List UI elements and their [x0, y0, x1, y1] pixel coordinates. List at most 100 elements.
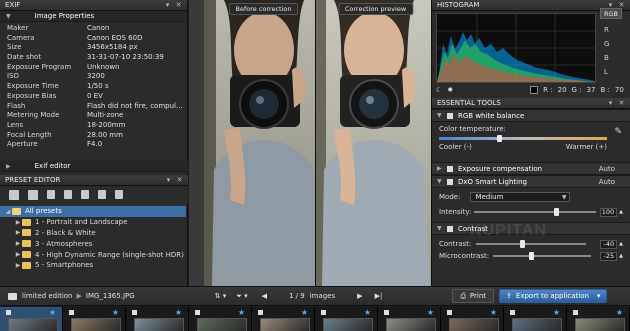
preset-group[interactable]: ▶ 3 - Atmospheres: [0, 238, 188, 249]
color-temp-slider[interactable]: [439, 135, 607, 142]
channel-b[interactable]: B: [600, 51, 626, 65]
last-image-icon[interactable]: ▶|: [375, 292, 383, 300]
exposure-header[interactable]: ▶ Exposure compensation Auto: [432, 162, 630, 175]
select-marker-icon[interactable]: [447, 310, 452, 315]
print-button[interactable]: ⎙ Print: [452, 289, 495, 303]
sort-icon[interactable]: ⇅ ▾: [215, 292, 227, 300]
previous-image-icon[interactable]: ◀: [262, 292, 267, 300]
preset-group[interactable]: ▶ 1 - Portrait and Landscape: [0, 217, 188, 228]
collapse-triangle-icon[interactable]: ▼: [437, 112, 444, 119]
filmstrip-thumbnail[interactable]: ★: [0, 307, 63, 331]
mode-dropdown[interactable]: Medium ▼: [470, 192, 571, 202]
select-marker-icon[interactable]: [69, 310, 74, 315]
collapse-triangle-icon[interactable]: ◢: [4, 208, 12, 215]
microcontrast-slider[interactable]: [493, 252, 592, 260]
preset-group[interactable]: ▶ 5 - Smartphones: [0, 260, 188, 271]
close-icon[interactable]: ✕: [175, 1, 182, 9]
select-marker-icon[interactable]: [510, 310, 515, 315]
contrast-header[interactable]: ▼ Contrast: [432, 222, 630, 235]
filter-icon[interactable]: ⏷ ▾: [236, 292, 247, 301]
intensity-slider[interactable]: [474, 208, 597, 216]
new-preset-from-settings-icon[interactable]: [28, 189, 38, 200]
rename-preset-icon[interactable]: [47, 190, 55, 199]
filmstrip-thumbnail[interactable]: ★: [63, 307, 126, 331]
filmstrip-thumbnail[interactable]: ★: [126, 307, 189, 331]
expand-triangle-icon[interactable]: ▶: [14, 251, 22, 258]
select-marker-icon[interactable]: [384, 310, 389, 315]
minimize-icon[interactable]: ▾: [607, 99, 614, 107]
expand-triangle-icon[interactable]: ▶: [14, 219, 22, 226]
expand-triangle-icon[interactable]: ▶: [6, 163, 11, 170]
duplicate-preset-icon[interactable]: [98, 190, 106, 199]
exposure-auto-button[interactable]: Auto: [599, 165, 615, 173]
preset-group[interactable]: ▶ 2 - Black & White: [0, 228, 188, 239]
preset-group[interactable]: ▶ 4 - High Dynamic Range (single-shot HDR…: [0, 249, 188, 260]
export-button[interactable]: ⇪ Export to application ▾: [499, 289, 608, 303]
microcontrast-spinner-icon[interactable]: ▲: [619, 253, 623, 259]
exposure-toggle[interactable]: [447, 165, 453, 172]
after-view[interactable]: Correction preview: [316, 0, 431, 286]
filmstrip-thumbnail[interactable]: ★: [504, 307, 567, 331]
microcontrast-value[interactable]: -25: [600, 251, 618, 261]
image-properties-header[interactable]: ▼ Image Properties: [0, 11, 187, 22]
microcontrast-thumb[interactable]: [529, 252, 535, 260]
sun-icon[interactable]: ✹: [447, 86, 453, 94]
select-marker-icon[interactable]: [132, 310, 137, 315]
smart-lighting-auto-button[interactable]: Auto: [599, 178, 615, 186]
folder-name[interactable]: limited edition: [22, 292, 72, 300]
contrast-slider[interactable]: [476, 240, 587, 248]
r-label: R :: [543, 85, 553, 94]
contrast-value[interactable]: -40: [600, 239, 618, 249]
channel-r[interactable]: R: [600, 23, 626, 37]
rgb-mode-button[interactable]: RGB: [600, 8, 622, 19]
export-preset-icon[interactable]: [81, 190, 89, 199]
filmstrip-thumbnail[interactable]: ★: [567, 307, 630, 331]
exif-row: ISO 3200: [7, 72, 187, 82]
filmstrip-thumbnail[interactable]: ★: [315, 307, 378, 331]
preset-root[interactable]: ◢ All presets: [0, 206, 186, 217]
expand-triangle-icon[interactable]: ▶: [14, 240, 22, 247]
collapse-triangle-icon[interactable]: ▼: [437, 178, 444, 185]
select-marker-icon[interactable]: [573, 310, 578, 315]
before-view[interactable]: Before correction: [204, 0, 323, 286]
select-marker-icon[interactable]: [6, 310, 11, 315]
exif-editor-header[interactable]: ▶ Exif editor: [0, 161, 188, 172]
smart-lighting-header[interactable]: ▼ DxO Smart Lighting Auto: [432, 175, 630, 188]
delete-preset-icon[interactable]: [115, 190, 123, 199]
contrast-spinner-icon[interactable]: ▲: [619, 241, 623, 247]
collapse-triangle-icon[interactable]: ▼: [437, 225, 444, 232]
close-icon[interactable]: ✕: [618, 99, 625, 107]
chevron-down-icon[interactable]: ▾: [597, 292, 601, 300]
channel-g[interactable]: G: [600, 37, 626, 51]
filmstrip-thumbnail[interactable]: ★: [441, 307, 504, 331]
white-balance-header[interactable]: ▼ RGB white balance: [432, 109, 630, 122]
channel-l[interactable]: L: [600, 65, 626, 79]
intensity-value[interactable]: 100: [600, 207, 618, 217]
select-marker-icon[interactable]: [195, 310, 200, 315]
collapse-triangle-icon[interactable]: ▼: [6, 13, 11, 20]
minimize-icon[interactable]: ▾: [164, 1, 171, 9]
close-icon[interactable]: ✕: [176, 176, 183, 184]
select-marker-icon[interactable]: [258, 310, 263, 315]
minimize-icon[interactable]: ▾: [165, 176, 172, 184]
filmstrip-thumbnail[interactable]: ★: [189, 307, 252, 331]
import-preset-icon[interactable]: [64, 190, 72, 199]
select-marker-icon[interactable]: [321, 310, 326, 315]
filmstrip-thumbnail[interactable]: ★: [252, 307, 315, 331]
contrast-thumb[interactable]: [520, 240, 526, 248]
expand-triangle-icon[interactable]: ▶: [14, 262, 22, 269]
contrast-toggle[interactable]: [447, 225, 453, 232]
folder-icon[interactable]: [8, 292, 17, 300]
next-image-icon[interactable]: ▶: [357, 292, 362, 300]
smart-lighting-toggle[interactable]: [447, 178, 453, 185]
white-balance-toggle[interactable]: [447, 112, 453, 119]
eyedropper-icon[interactable]: ✎: [614, 127, 622, 137]
intensity-spinner-icon[interactable]: ▲: [619, 209, 623, 215]
moon-icon[interactable]: ☾: [436, 86, 442, 94]
expand-triangle-icon[interactable]: ▶: [437, 165, 444, 172]
new-preset-icon[interactable]: [9, 189, 19, 200]
expand-triangle-icon[interactable]: ▶: [14, 229, 22, 236]
filmstrip-thumbnail[interactable]: ★: [378, 307, 441, 331]
color-temp-thumb[interactable]: [497, 135, 502, 142]
intensity-thumb[interactable]: [554, 208, 560, 216]
